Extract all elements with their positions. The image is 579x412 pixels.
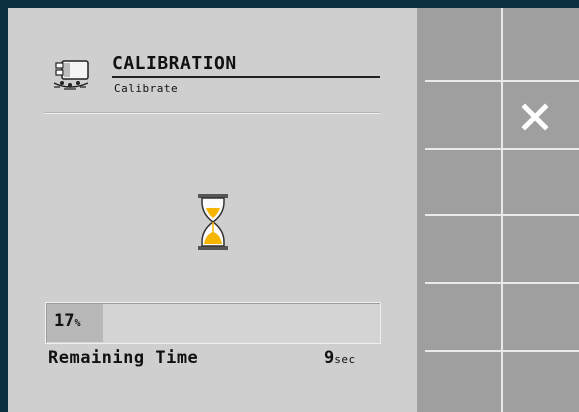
header-divider (44, 112, 381, 114)
page-subtitle: Calibrate (114, 82, 179, 95)
softkey-3[interactable] (417, 150, 579, 216)
remaining-time-value: 9sec (324, 348, 356, 368)
softkey-6[interactable] (417, 352, 579, 412)
softkey-1[interactable] (417, 8, 579, 74)
close-button[interactable] (417, 82, 579, 148)
page-title: CALIBRATION (112, 53, 380, 78)
softkey-column (417, 8, 579, 412)
hourglass-icon (198, 194, 228, 250)
calibration-panel: CALIBRATION Calibrate 17% Remaining Time… (8, 8, 417, 412)
remaining-time-number: 9 (324, 348, 335, 368)
close-icon (521, 103, 549, 131)
progress-value: 17 (54, 311, 75, 331)
screen: CALIBRATION Calibrate 17% Remaining Time… (8, 8, 579, 412)
progress-label: 17% (54, 311, 81, 331)
progress-bar: 17% (45, 302, 381, 344)
remaining-time-unit: sec (334, 353, 356, 366)
softkey-5[interactable] (417, 284, 579, 350)
progress-unit: % (74, 318, 81, 329)
softkey-4[interactable] (417, 216, 579, 282)
calibration-machine-icon (53, 60, 89, 90)
remaining-time-label: Remaining Time (48, 348, 199, 368)
